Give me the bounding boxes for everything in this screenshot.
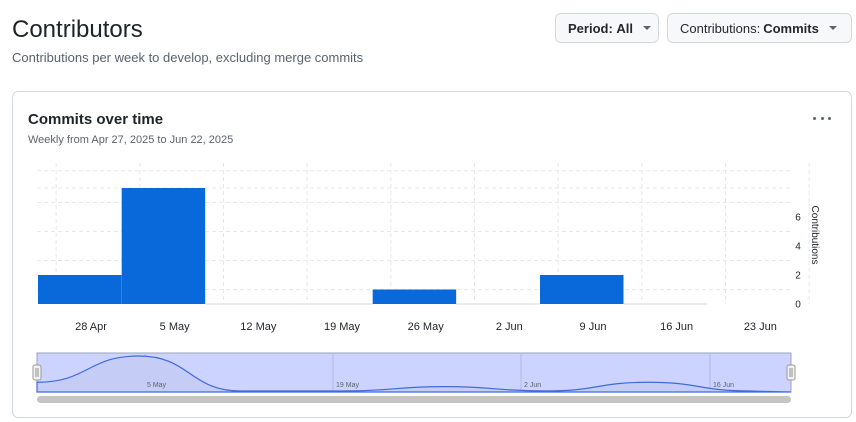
x-tick-label: 19 May bbox=[324, 321, 361, 333]
navigator-label: 2 Jun bbox=[524, 382, 541, 389]
navigator-scrollbar[interactable] bbox=[37, 396, 791, 403]
y-tick-label: 6 bbox=[795, 213, 801, 224]
navigator-right-handle[interactable] bbox=[786, 364, 796, 381]
x-tick-label: 28 Apr bbox=[75, 321, 107, 333]
navigator-left-handle[interactable] bbox=[32, 364, 42, 381]
y-axis-ticks: 0 2 4 6 bbox=[795, 213, 801, 311]
navigator-label: 16 Jun bbox=[713, 382, 734, 389]
bar-8-jun bbox=[540, 275, 624, 304]
x-tick-label: 9 Jun bbox=[580, 321, 607, 333]
x-tick-label: 16 Jun bbox=[660, 321, 693, 333]
navigator-label: 19 May bbox=[336, 382, 359, 389]
x-tick-label: 23 Jun bbox=[744, 321, 777, 333]
bar-25-may bbox=[372, 289, 457, 304]
bar-4-may bbox=[121, 188, 206, 304]
y-tick-label: 4 bbox=[795, 242, 801, 253]
y-tick-label: 2 bbox=[795, 271, 801, 282]
navigator-label: 5 May bbox=[147, 382, 167, 389]
y-axis-label: Contributions bbox=[809, 206, 820, 265]
x-tick-label: 5 May bbox=[160, 321, 190, 333]
commits-bar-chart: 28 Apr 5 May 12 May 19 May 26 May 2 Jun 9 Jun 1… bbox=[32, 163, 820, 403]
x-axis-ticks: 28 Apr 5 May 12 May 19 May 26 May 2 Jun 9 Jun 1… bbox=[75, 321, 777, 333]
chart-bars bbox=[38, 188, 708, 305]
x-tick-label: 26 May bbox=[408, 321, 445, 333]
bar-27-apr bbox=[38, 275, 122, 304]
range-navigator[interactable]: 5 May 19 May 2 Jun 16 Jun bbox=[32, 352, 796, 403]
x-tick-label: 12 May bbox=[240, 321, 277, 333]
y-tick-label: 0 bbox=[795, 300, 801, 311]
x-tick-label: 2 Jun bbox=[496, 321, 523, 333]
